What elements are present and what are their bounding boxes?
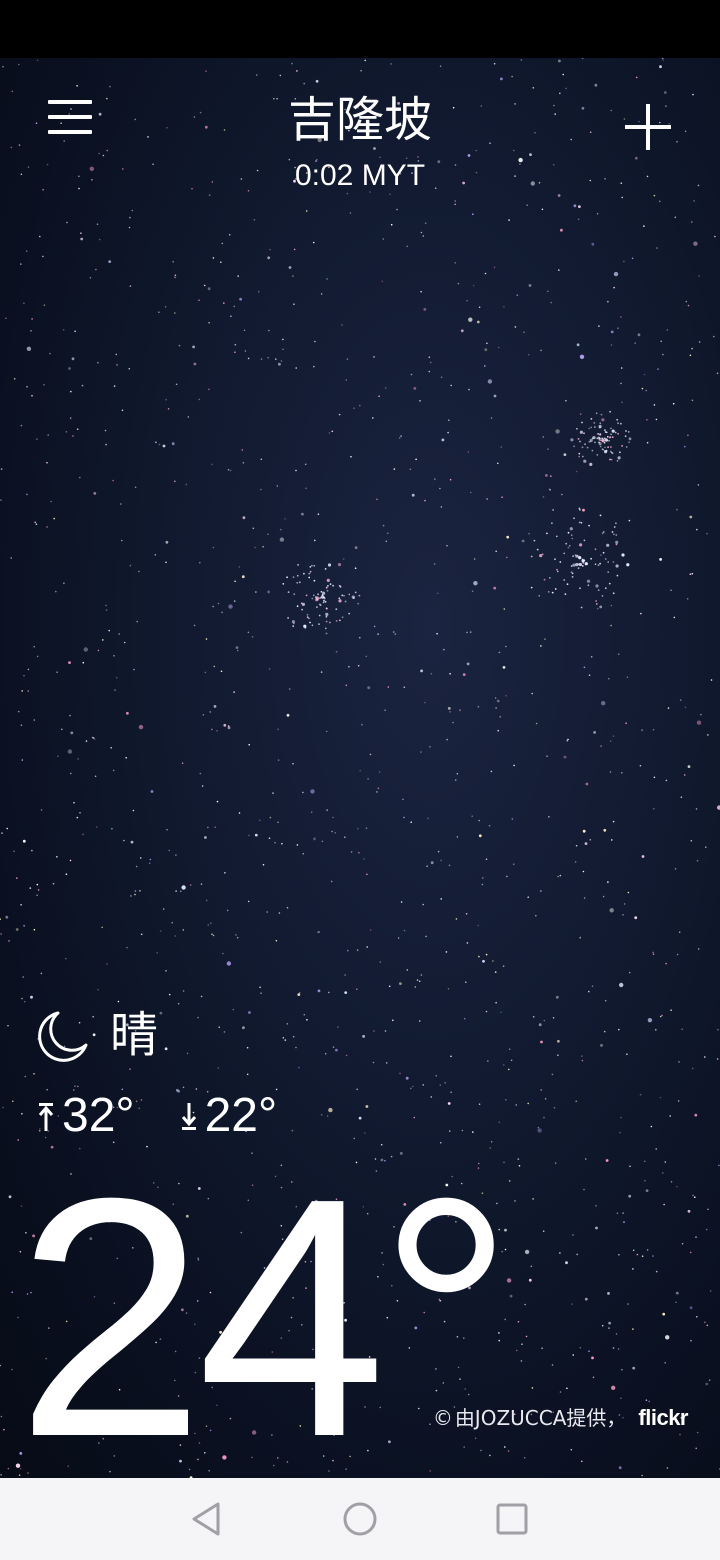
flickr-logo: flickr — [638, 1405, 688, 1430]
photo-credit[interactable]: © 由JOZUCCA提供， flickr — [432, 1404, 689, 1432]
back-triangle-icon — [192, 1502, 220, 1536]
home-circle-icon — [343, 1502, 377, 1536]
copyright-icon: © — [432, 1406, 453, 1430]
home-button[interactable] — [338, 1499, 382, 1539]
city-name[interactable]: 吉隆坡 — [0, 88, 720, 152]
navigation-bar — [0, 1478, 720, 1560]
credit-text: 由JOZUCCA提供， — [454, 1406, 627, 1430]
local-time: 0:02 MYT — [294, 159, 426, 192]
status-bar — [0, 0, 720, 58]
condition-row: 晴 — [36, 1003, 158, 1067]
recents-square-icon — [496, 1503, 528, 1535]
condition-text: 晴 — [110, 1007, 159, 1063]
add-location-button[interactable] — [624, 102, 672, 150]
recents-button[interactable] — [490, 1499, 534, 1539]
crescent-moon-icon — [38, 1011, 88, 1062]
back-button[interactable] — [186, 1499, 230, 1539]
